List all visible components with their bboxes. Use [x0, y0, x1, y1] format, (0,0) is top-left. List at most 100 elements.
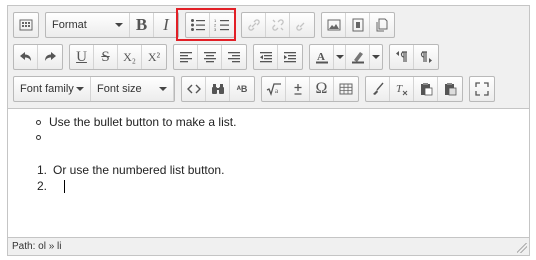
source-code-button[interactable]	[182, 77, 206, 101]
editor-toolbar: Format B I 1 2 3 U S X₂ X² A Font family…	[8, 6, 529, 109]
format-dropdown[interactable]: Format	[46, 13, 130, 37]
subscript-button[interactable]: X₂	[118, 45, 142, 69]
toolbar-group-history	[13, 44, 63, 70]
superscript-button[interactable]: X²	[142, 45, 166, 69]
italic-button[interactable]: I	[154, 13, 178, 37]
indent-button[interactable]	[278, 45, 302, 69]
toolbar-group-fonts: Font family Font size	[13, 76, 175, 102]
editor-content-area[interactable]: Use the bullet button to make a list. 1.…	[8, 110, 529, 236]
toolbar-group-cleanup: T	[365, 76, 463, 102]
toolbar-group-tools: ᴬB	[181, 76, 255, 102]
toolbar-group-align	[173, 44, 247, 70]
clipboard-text-icon	[420, 83, 432, 96]
clear-formatting-icon: T	[396, 83, 407, 96]
text-color-dropdown[interactable]	[334, 45, 346, 69]
bullet-list-button[interactable]	[186, 13, 210, 37]
indent-icon	[284, 52, 296, 63]
numbered-list-button[interactable]: 1 2 3	[210, 13, 234, 37]
clipboard-word-icon	[445, 83, 457, 96]
undo-icon	[19, 52, 31, 61]
binoculars-icon	[211, 84, 224, 94]
svg-text:T: T	[396, 83, 403, 95]
svg-text:3: 3	[214, 27, 217, 32]
image-icon	[327, 19, 340, 31]
code-icon	[186, 84, 201, 94]
find-button[interactable]	[206, 77, 230, 101]
table-icon	[339, 83, 353, 95]
numbered-list-item: Or use the numbered list button.	[53, 163, 225, 177]
files-icon	[376, 18, 388, 32]
unlink-button[interactable]	[266, 13, 290, 37]
font-family-dropdown[interactable]: Font family	[14, 77, 91, 101]
outdent-icon	[259, 52, 272, 63]
text-color-button[interactable]: A	[310, 45, 334, 69]
paste-text-button[interactable]	[414, 77, 438, 101]
search-replace-button[interactable]: ᴬB	[230, 77, 254, 101]
toolbar-group-text-style: U S X₂ X²	[69, 44, 167, 70]
background-color-dropdown[interactable]	[370, 45, 382, 69]
toolbar-group-media	[321, 12, 395, 38]
toolbar-group-colors: A	[309, 44, 383, 70]
element-path: Path: ol » li	[12, 241, 62, 252]
insert-symbol-button[interactable]	[286, 77, 310, 101]
list-bullet	[36, 120, 41, 125]
anchor-button[interactable]	[290, 13, 314, 37]
toolbar-row-2: U S X₂ X² A	[13, 44, 443, 70]
font-size-label: Font size	[97, 83, 142, 95]
square-root-icon: a	[266, 83, 281, 96]
toolbar-toggle-button[interactable]	[14, 13, 38, 37]
font-size-dropdown[interactable]: Font size	[91, 77, 174, 101]
equation-button[interactable]: a	[262, 77, 286, 101]
toolbar-group-format: Format B I	[45, 12, 179, 38]
bullet-list-icon	[190, 19, 205, 31]
bold-button[interactable]: B	[130, 13, 154, 37]
strikethrough-button[interactable]: S	[94, 45, 118, 69]
text-cursor	[64, 180, 65, 193]
ltr-paragraph-icon	[395, 51, 407, 62]
chevron-down-icon	[335, 55, 344, 59]
keyboard-icon	[19, 19, 33, 31]
fullscreen-button[interactable]	[470, 77, 494, 101]
anchor-link-icon	[296, 22, 305, 31]
insert-media-button[interactable]	[346, 13, 370, 37]
link-icon	[247, 19, 260, 31]
link-button[interactable]	[242, 13, 266, 37]
align-left-button[interactable]	[174, 45, 198, 69]
resize-handle-icon[interactable]	[517, 243, 527, 253]
rtl-button[interactable]	[414, 45, 438, 69]
clean-html-button[interactable]	[366, 77, 390, 101]
rtl-paragraph-icon	[420, 51, 432, 63]
chevron-down-icon	[159, 87, 167, 91]
toolbar-group-lists: 1 2 3	[185, 12, 235, 38]
align-center-button[interactable]	[198, 45, 222, 69]
insert-image-button[interactable]	[322, 13, 346, 37]
plus-minus-icon	[294, 84, 301, 95]
clear-formatting-button[interactable]: T	[390, 77, 414, 101]
toolbar-group-direction	[389, 44, 439, 70]
toolbar-group-indent	[253, 44, 303, 70]
toolbar-group-toggle	[13, 12, 39, 38]
ltr-button[interactable]	[390, 45, 414, 69]
highlighter-icon	[351, 52, 364, 64]
underline-button[interactable]: U	[70, 45, 94, 69]
manage-files-button[interactable]	[370, 13, 394, 37]
film-icon	[352, 18, 363, 32]
chevron-down-icon	[76, 87, 84, 91]
unlink-icon	[271, 19, 284, 31]
insert-table-button[interactable]	[334, 77, 358, 101]
redo-button[interactable]	[38, 45, 62, 69]
paste-word-button[interactable]	[438, 77, 462, 101]
special-char-button[interactable]: Ω	[310, 77, 334, 101]
svg-text:a: a	[275, 87, 279, 95]
svg-text:A: A	[317, 51, 325, 63]
toolbar-row-1: Format B I 1 2 3	[13, 12, 399, 38]
undo-button[interactable]	[14, 45, 38, 69]
outdent-button[interactable]	[254, 45, 278, 69]
status-bar: Path: ol » li	[8, 237, 529, 255]
chevron-down-icon	[115, 23, 123, 27]
fullscreen-icon	[475, 82, 489, 96]
align-right-button[interactable]	[222, 45, 246, 69]
bullet-list-item: Use the bullet button to make a list.	[49, 115, 237, 129]
background-color-button[interactable]	[346, 45, 370, 69]
align-right-icon	[228, 52, 240, 63]
